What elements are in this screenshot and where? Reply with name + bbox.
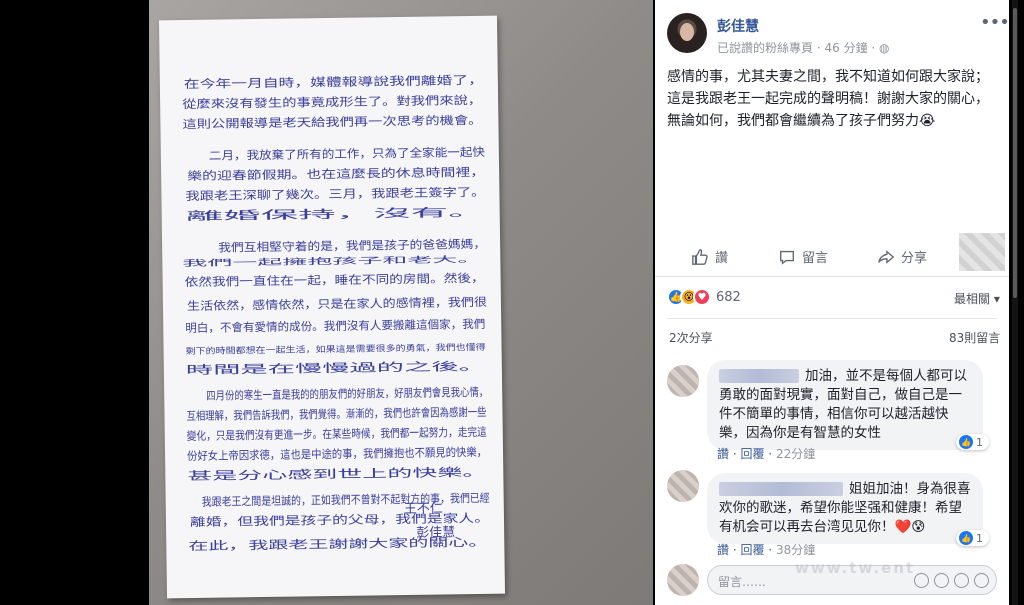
comment-icon bbox=[780, 250, 794, 265]
commenter-name[interactable] bbox=[719, 369, 799, 383]
sort-label: 最相關 bbox=[954, 292, 991, 306]
author-name[interactable]: 彭佳慧 bbox=[717, 16, 759, 36]
watermark: www.tw.ent bbox=[795, 559, 916, 577]
page-liked-label: 已說讚的粉絲專頁 bbox=[717, 41, 814, 55]
gif-icon[interactable] bbox=[954, 573, 969, 588]
comment-bubble: 姐姐加油！身為很喜欢你的歌迷，希望你能坚强和健康！希望有机会可以再去台湾见见你！… bbox=[707, 473, 983, 544]
pixelated-avatar bbox=[959, 233, 1005, 271]
letter-line: 樂的迎春節假期。也在這麼長的休息時間裡， bbox=[187, 165, 485, 183]
post-photo[interactable]: 在今年一月自時，媒體報導說我們離婚了， 從麼來沒有發生的事竟成形生了。對我們來說，… bbox=[149, 0, 653, 605]
viewer-avatar bbox=[667, 564, 699, 596]
camera-icon[interactable] bbox=[934, 573, 949, 588]
comment-reply-link[interactable]: 回覆 bbox=[740, 447, 764, 461]
divider bbox=[667, 318, 997, 319]
letter-line: 明白，不會有愛情的成份。我們沒有人要搬離這個家，我們 bbox=[185, 317, 485, 335]
letter-line: 這則公開報導是老天給我們再一次思考的機會。 bbox=[182, 113, 482, 131]
share-label: 分享 bbox=[901, 251, 928, 266]
letter-line: 四月份的寒生一直是我的的朋友們的好朋友，好朋友們會見我心情， bbox=[206, 385, 488, 403]
letter-line: 從麼來沒有發生的事竟成形生了。對我們來說， bbox=[182, 93, 482, 111]
action-bar: 讚 留言 分享 bbox=[655, 240, 955, 274]
letter-line: 依然我們一直住在一起，睡在不同的房間。然後， bbox=[185, 271, 485, 289]
more-options-icon[interactable]: ••• bbox=[980, 12, 1010, 33]
comment-like-count: 1 bbox=[976, 531, 983, 545]
commenter-name[interactable] bbox=[719, 482, 843, 496]
emoji-icon[interactable] bbox=[914, 573, 929, 588]
sticker-icon[interactable] bbox=[974, 573, 989, 588]
letter-ink: 在今年一月自時，媒體報導說我們離婚了， 從麼來沒有發生的事竟成形生了。對我們來說，… bbox=[182, 73, 490, 553]
letter-line: 份好女上帝因求德，這也是中途的事，我們擁抱也不願見的快樂， bbox=[187, 445, 487, 463]
author-avatar[interactable] bbox=[667, 13, 707, 53]
letter-line: 我們一起擁抱孩子和老大。 bbox=[182, 254, 482, 269]
like-icon: 👍 bbox=[959, 435, 973, 449]
post-panel: 彭佳慧 已說讚的粉絲專頁 · 46 分鐘 · ◍ ••• 感情的事，尤其夫妻之間… bbox=[655, 0, 1010, 605]
reaction-count: 682 bbox=[716, 289, 741, 305]
comment-links: 讚 · 回覆 · 38分鐘 bbox=[717, 543, 816, 557]
comment-sort-dropdown[interactable]: 最相關 ▾ bbox=[954, 290, 1000, 307]
comment-like-badge[interactable]: 👍 1 bbox=[956, 434, 989, 450]
like-label: 讚 bbox=[715, 251, 729, 266]
letter-line: 甚是分心感到世上的快樂。 bbox=[187, 465, 487, 483]
meta-separator: · bbox=[871, 41, 880, 55]
comment-placeholder: 留言…… bbox=[718, 575, 767, 589]
post-time[interactable]: 46 分鐘 bbox=[824, 41, 867, 55]
reactions-summary[interactable]: 👍 😮 ♥ 682 bbox=[667, 288, 741, 306]
comment-reply-link[interactable]: 回覆 bbox=[740, 543, 764, 557]
comment-like-count: 1 bbox=[976, 435, 983, 449]
letter-line: 我跟老王之間是坦誠的，正如我們不曾對不起對方的事，我們已經 bbox=[202, 491, 490, 509]
letter-line: 二月，我放棄了所有的工作，只為了全家能一起快 bbox=[209, 145, 486, 163]
letter-line: 我們互相堅守着的是，我們是孩子的爸爸媽媽， bbox=[218, 237, 486, 255]
share-count[interactable]: 2次分享 bbox=[669, 329, 713, 346]
comment-button[interactable]: 留言 bbox=[778, 247, 828, 266]
comment-time[interactable]: 38分鐘 bbox=[776, 543, 815, 557]
commenter-avatar[interactable] bbox=[667, 365, 699, 397]
like-icon: 👍 bbox=[959, 531, 973, 545]
comment-time[interactable]: 22分鐘 bbox=[776, 447, 815, 461]
share-button[interactable]: 分享 bbox=[877, 247, 927, 266]
comment-count[interactable]: 83則留言 bbox=[949, 329, 1000, 346]
letter-signature: 彭佳慧 bbox=[416, 524, 455, 541]
letter-line: 互相理解，我們告訴我們，我們覺得。漸漸的，我們也許會因為感謝一些 bbox=[186, 405, 486, 423]
like-button[interactable]: 讚 bbox=[691, 247, 728, 266]
love-reaction-icon: ♥ bbox=[693, 288, 711, 306]
thumbs-up-icon bbox=[692, 248, 708, 265]
letter-line: 離婚保持，沒有。 bbox=[186, 205, 486, 223]
screen: 在今年一月自時，媒體報導說我們離婚了， 從麼來沒有發生的事竟成形生了。對我們來說，… bbox=[0, 0, 1024, 605]
letter-line: 我跟老王深聊了幾次。三月，我跟老王簽字了。 bbox=[185, 185, 485, 203]
letter-signature: 王不仁 bbox=[404, 501, 443, 517]
letter-line: 在今年一月自時，媒體報導說我們離婚了， bbox=[184, 73, 484, 91]
caret-down-icon: ▾ bbox=[993, 292, 1000, 306]
handwritten-letter: 在今年一月自時，媒體報導說我們離婚了， 從麼來沒有發生的事竟成形生了。對我們來說，… bbox=[158, 15, 506, 599]
letter-line: 生活依然，感情依然，只是在家人的感情裡，我們很 bbox=[187, 295, 488, 313]
letter-line: 變化，只是我們沒有更進一步。在某些時候，我們都一起努力，走完這 bbox=[187, 425, 488, 443]
comment-like-link[interactable]: 讚 bbox=[717, 447, 729, 461]
globe-icon: ◍ bbox=[879, 41, 890, 55]
scrollbar-thumb[interactable] bbox=[1013, 8, 1017, 298]
post-meta: 已說讚的粉絲專頁 · 46 分鐘 · ◍ bbox=[717, 39, 890, 56]
comment-bubble: 加油，並不是每個人都可以勇敢的面對現實，面對自己，做自己是一件不簡單的事情，相信… bbox=[707, 360, 983, 450]
comment-label: 留言 bbox=[802, 251, 829, 266]
comment-links: 讚 · 回覆 · 22分鐘 bbox=[717, 447, 816, 461]
post-text: 感情的事，尤其夫妻之間，我不知道如何跟大家說；這是我跟老王一起完成的聲明稿！謝謝… bbox=[667, 69, 989, 129]
commenter-avatar[interactable] bbox=[667, 470, 699, 502]
comment-like-link[interactable]: 讚 bbox=[717, 543, 729, 557]
comment-like-badge[interactable]: 👍 1 bbox=[956, 530, 989, 546]
divider bbox=[655, 276, 1009, 277]
letter-line: 剩下的時間都想在一起生活，如果這是需要很多的勇氣，我們也懂得 bbox=[186, 342, 487, 357]
letter-line: 時間是在慢慢過的之後。 bbox=[186, 359, 486, 377]
share-icon bbox=[878, 249, 895, 264]
